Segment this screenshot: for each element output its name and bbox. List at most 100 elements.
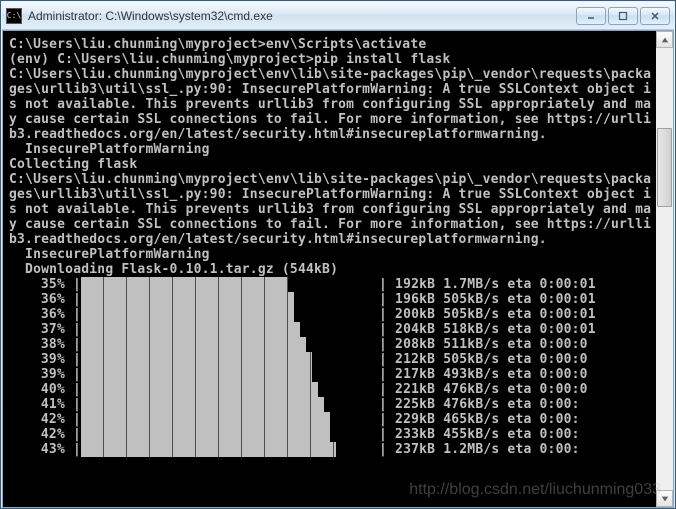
progress-line: 38% | | 208kB 511kB/s eta 0:00:0	[9, 337, 652, 352]
progress-bar-fill	[81, 277, 288, 292]
progress-pct: 36%	[9, 292, 65, 307]
progress-pct: 40%	[9, 382, 65, 397]
maximize-button[interactable]	[608, 7, 638, 25]
progress-bar	[81, 277, 377, 292]
progress-bar-fill	[81, 397, 324, 412]
console-line: Collecting flask	[9, 157, 652, 172]
scroll-down-button[interactable]	[656, 490, 673, 507]
progress-bar-fill	[81, 367, 312, 382]
progress-stat: | 192kB 1.7MB/s eta 0:00:01	[377, 277, 652, 292]
progress-sep: |	[65, 307, 81, 322]
progress-bar-fill	[81, 292, 294, 307]
progress-stat: | 212kB 505kB/s eta 0:00:0	[377, 352, 652, 367]
progress-sep: |	[65, 352, 81, 367]
progress-stat: | 221kB 476kB/s eta 0:00:0	[377, 382, 652, 397]
close-button[interactable]	[640, 7, 670, 25]
console-line: (env) C:\Users\liu.chunming\myproject>pi…	[9, 52, 652, 67]
progress-bar-fill	[81, 322, 300, 337]
progress-bar	[81, 412, 377, 427]
progress-line: 41% || 225kB 476kB/s eta 0:00:	[9, 397, 652, 412]
progress-bar	[81, 337, 377, 352]
progress-pct: 43%	[9, 442, 65, 457]
cmd-icon: C:\	[6, 8, 22, 24]
progress-bar	[81, 307, 377, 322]
scroll-up-button[interactable]	[656, 31, 673, 48]
progress-line: 35% || 192kB 1.7MB/s eta 0:00:01	[9, 277, 652, 292]
progress-pct: 42%	[9, 412, 65, 427]
progress-bar	[81, 352, 377, 367]
progress-line: 42% | | 233kB 455kB/s eta 0:00:	[9, 427, 652, 442]
progress-stat: | 204kB 518kB/s eta 0:00:01	[377, 322, 652, 337]
progress-stat: | 237kB 1.2MB/s eta 0:00:	[377, 442, 652, 457]
progress-pct: 38%	[9, 337, 65, 352]
progress-sep: |	[65, 322, 81, 337]
console-line: ges\urllib3\util\ssl_.py:90: InsecurePla…	[9, 187, 652, 202]
scrollbar-thumb[interactable]	[657, 128, 672, 208]
progress-line: 42% | | 229kB 465kB/s eta 0:00:	[9, 412, 652, 427]
console-area: C:\Users\liu.chunming\myproject>env\Scri…	[2, 30, 674, 508]
progress-sep: |	[65, 397, 81, 412]
progress-sep: |	[65, 427, 81, 442]
console-line: Downloading Flask-0.10.1.tar.gz (544kB)	[9, 262, 652, 277]
progress-stat: | 208kB 511kB/s eta 0:00:0	[377, 337, 652, 352]
console-line: C:\Users\liu.chunming\myproject>env\Scri…	[9, 37, 652, 52]
progress-sep: |	[65, 337, 81, 352]
progress-pct: 41%	[9, 397, 65, 412]
progress-bar	[81, 442, 377, 457]
progress-line: 37% | | 204kB 518kB/s eta 0:00:01	[9, 322, 652, 337]
progress-sep: |	[65, 292, 81, 307]
progress-line: 43% | | 237kB 1.2MB/s eta 0:00:	[9, 442, 652, 457]
console-line: y cause certain SSL connections to fail.…	[9, 217, 652, 232]
scrollbar-track[interactable]	[656, 48, 673, 490]
titlebar[interactable]: C:\ Administrator: C:\Windows\system32\c…	[2, 2, 674, 30]
minimize-button[interactable]	[576, 7, 606, 25]
progress-stat: | 229kB 465kB/s eta 0:00:	[377, 412, 652, 427]
progress-line: 40% | | 221kB 476kB/s eta 0:00:0	[9, 382, 652, 397]
progress-sep: |	[65, 412, 81, 427]
window-frame: C:\ Administrator: C:\Windows\system32\c…	[0, 0, 676, 509]
progress-bar-fill	[81, 307, 294, 322]
progress-pct: 36%	[9, 307, 65, 322]
progress-stat: | 217kB 493kB/s eta 0:00:0	[377, 367, 652, 382]
progress-pct: 37%	[9, 322, 65, 337]
progress-sep: |	[65, 367, 81, 382]
console-output[interactable]: C:\Users\liu.chunming\myproject>env\Scri…	[3, 31, 656, 507]
console-line: b3.readthedocs.org/en/latest/security.ht…	[9, 127, 652, 142]
progress-bar	[81, 427, 377, 442]
progress-bar-fill	[81, 352, 312, 367]
progress-bar-fill	[81, 427, 330, 442]
progress-bar-fill	[81, 337, 306, 352]
console-line: InsecurePlatformWarning	[9, 142, 652, 157]
progress-pct: 39%	[9, 352, 65, 367]
progress-line: 36% | | 200kB 505kB/s eta 0:00:01	[9, 307, 652, 322]
progress-bar	[81, 322, 377, 337]
progress-pct: 42%	[9, 427, 65, 442]
console-line: b3.readthedocs.org/en/latest/security.ht…	[9, 232, 652, 247]
progress-bar	[81, 397, 377, 412]
progress-stat: | 196kB 505kB/s eta 0:00:01	[377, 292, 652, 307]
progress-bar-fill	[81, 382, 318, 397]
progress-bar	[81, 382, 377, 397]
progress-bar-fill	[81, 442, 336, 457]
progress-stat: | 233kB 455kB/s eta 0:00:	[377, 427, 652, 442]
console-line: C:\Users\liu.chunming\myproject\env\lib\…	[9, 172, 652, 187]
progress-bar-fill	[81, 412, 330, 427]
progress-stat: | 200kB 505kB/s eta 0:00:01	[377, 307, 652, 322]
vertical-scrollbar[interactable]	[656, 31, 673, 507]
progress-line: 39% | | 217kB 493kB/s eta 0:00:0	[9, 367, 652, 382]
progress-line: 39% | | 212kB 505kB/s eta 0:00:0	[9, 352, 652, 367]
window-buttons	[576, 7, 670, 25]
console-line: s not available. This prevents urllib3 f…	[9, 97, 652, 112]
progress-pct: 35%	[9, 277, 65, 292]
console-line: y cause certain SSL connections to fail.…	[9, 112, 652, 127]
console-line: C:\Users\liu.chunming\myproject\env\lib\…	[9, 67, 652, 82]
progress-bar	[81, 367, 377, 382]
console-line: ges\urllib3\util\ssl_.py:90: InsecurePla…	[9, 82, 652, 97]
console-line: InsecurePlatformWarning	[9, 247, 652, 262]
window-title: Administrator: C:\Windows\system32\cmd.e…	[28, 9, 576, 23]
progress-pct: 39%	[9, 367, 65, 382]
progress-line: 36% | | 196kB 505kB/s eta 0:00:01	[9, 292, 652, 307]
progress-sep: |	[65, 442, 81, 457]
progress-bar	[81, 292, 377, 307]
progress-sep: |	[65, 382, 81, 397]
